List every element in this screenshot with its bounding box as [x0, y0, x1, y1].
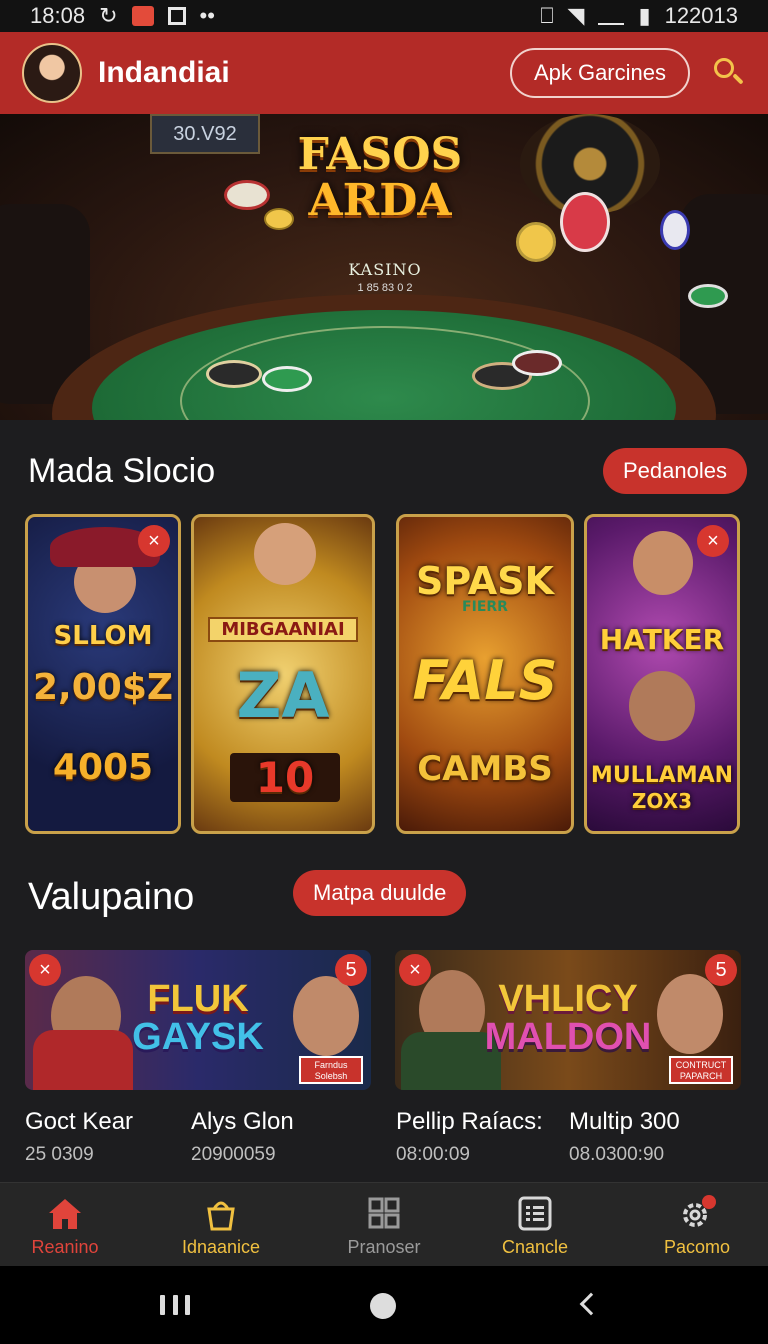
game-card-line: MULLAMAN [590, 763, 734, 788]
promo-title-line1: VHLICY [498, 978, 638, 1020]
hero-logo-line1: FASOS [297, 129, 463, 180]
promo-item-value: 20900059 [191, 1144, 276, 1165]
gear-icon [683, 1195, 716, 1227]
felt-subtext: 1 85 83 0 2 [357, 282, 413, 294]
status-time: 18:08 [30, 3, 86, 28]
nav-label: Idnaanice [181, 1237, 261, 1257]
nav-label: Pranoser [347, 1237, 421, 1257]
player-portrait [633, 531, 693, 595]
app-header: Indandiai Apk Garcines [0, 32, 768, 114]
promo-card[interactable]: VHLICY MALDON CONTRUCT PAPARCH × 5 [395, 950, 741, 1090]
list-icon [518, 1196, 552, 1231]
game-card-line: ZOX3 [631, 789, 693, 813]
hero-banner[interactable]: 30.V92 FASOS ARDA KASINO 1 85 83 0 2 [0, 114, 768, 420]
home-icon [49, 1199, 81, 1229]
promo-badge: Farndus Solebsh [299, 1056, 363, 1084]
promo-card[interactable]: FLUK GAYSK Farndus Solebsh × 5 [25, 950, 371, 1090]
close-icon[interactable]: × [399, 954, 431, 986]
felt-text: KASINO [348, 260, 422, 279]
nav-item-settings[interactable]: Pacomo [622, 1183, 768, 1267]
nav-label: Reanino [31, 1237, 99, 1257]
screenshot-icon [167, 7, 186, 25]
chip-stack [262, 366, 312, 392]
vibrate-icon: ⎕ [540, 3, 554, 28]
app-title: Indandiai [98, 56, 230, 89]
chip-stack [512, 350, 562, 376]
promo-title-line1: FLUK [147, 978, 249, 1020]
game-card[interactable]: HATKER MULLAMAN ZOX3 × [584, 514, 740, 834]
nav-label: Cnancle [501, 1237, 569, 1257]
game-card-line: FIERR [462, 599, 508, 615]
chip-stack [206, 360, 262, 388]
game-card-line: 10 [230, 753, 340, 802]
player-portrait [254, 523, 316, 585]
section-title: Valupaino [28, 876, 195, 918]
game-card-line: 2,00$Z [33, 667, 173, 708]
nav-label: Pacomo [663, 1237, 731, 1257]
status-bar: 18:08 ↻ •• ⎕ ◥ ▮ 122013 [0, 0, 768, 32]
wifi-icon: ◥ [567, 3, 585, 28]
promo-item-name[interactable]: Alys Glon [191, 1108, 294, 1136]
section-action-button[interactable]: Matpa duulde [293, 870, 467, 916]
status-date: 122013 [664, 3, 738, 28]
player-portrait [629, 671, 695, 741]
hero-logo: FASOS ARDA [230, 132, 530, 224]
game-card[interactable]: SLLOM 2,00$Z 4005 × [25, 514, 181, 834]
nav-item-bucket[interactable]: Idnaanice [146, 1183, 296, 1267]
refresh-icon: ↻ [99, 3, 118, 28]
chip-stack [560, 192, 610, 252]
promo-title-line2: GAYSK [132, 1016, 264, 1058]
app-notification-icon [131, 6, 154, 26]
system-navigation-bar [0, 1266, 768, 1344]
nav-item-home[interactable]: Reanino [0, 1183, 140, 1267]
promo-count-badge: 5 [335, 954, 367, 986]
hero-logo-line2: ARDA [308, 175, 452, 226]
back-icon[interactable] [579, 1292, 603, 1316]
battery-icon: ▮ [638, 3, 651, 28]
promo-item-name[interactable]: Multip 300 [569, 1108, 680, 1136]
signal-icon [598, 7, 625, 25]
bucket-icon [207, 1201, 235, 1231]
nav-item-grid[interactable]: Pranoser [309, 1183, 459, 1267]
game-card-line: FALS [412, 649, 558, 712]
game-card[interactable]: SPASK FIERR FALS CAMBS [396, 514, 574, 834]
promo-item-value: 08:00:09 [396, 1144, 470, 1165]
avatar[interactable] [22, 43, 82, 103]
game-card-line: 4005 [52, 747, 154, 788]
apk-games-button[interactable]: Apk Garcines [509, 48, 690, 98]
section-title: Mada Slocio [28, 452, 216, 490]
bottom-navigation: Reanino Idnaanice Pranoser Cnancle Pacom… [0, 1182, 768, 1266]
game-card-line: HATKER [599, 623, 725, 656]
close-icon[interactable]: × [697, 525, 729, 557]
chip-stack [688, 284, 728, 308]
game-card-line: SPASK [416, 559, 554, 603]
promo-item-value: 25 0309 [25, 1144, 94, 1165]
chip-stack [516, 222, 556, 262]
recents-icon[interactable] [160, 1295, 190, 1315]
promo-item-name[interactable]: Goct Kear [25, 1108, 133, 1136]
grid-icon [368, 1197, 400, 1229]
game-card-line: SLLOM [53, 621, 153, 651]
promo-count-badge: 5 [705, 954, 737, 986]
search-icon[interactable] [712, 56, 746, 90]
promo-item-name[interactable]: Pellip Raíacs: [396, 1108, 543, 1136]
chip-stack [660, 210, 690, 250]
more-dots-icon: •• [199, 3, 215, 28]
close-icon[interactable]: × [138, 525, 170, 557]
game-card-line: MIBGAANIAI [208, 617, 358, 642]
nav-item-list[interactable]: Cnancle [460, 1183, 610, 1267]
game-card-line: ZA [236, 659, 330, 732]
close-icon[interactable]: × [29, 954, 61, 986]
home-button-icon[interactable] [370, 1293, 396, 1319]
game-card[interactable]: MIBGAANIAI ZA 10 [191, 514, 375, 834]
game-card-line: CAMBS [417, 749, 553, 789]
promo-item-value: 08.0300:90 [569, 1144, 665, 1165]
promo-badge: CONTRUCT PAPARCH [669, 1056, 733, 1084]
section-action-button[interactable]: Pedanoles [603, 448, 747, 494]
promo-title-line2: MALDON [484, 1016, 652, 1058]
